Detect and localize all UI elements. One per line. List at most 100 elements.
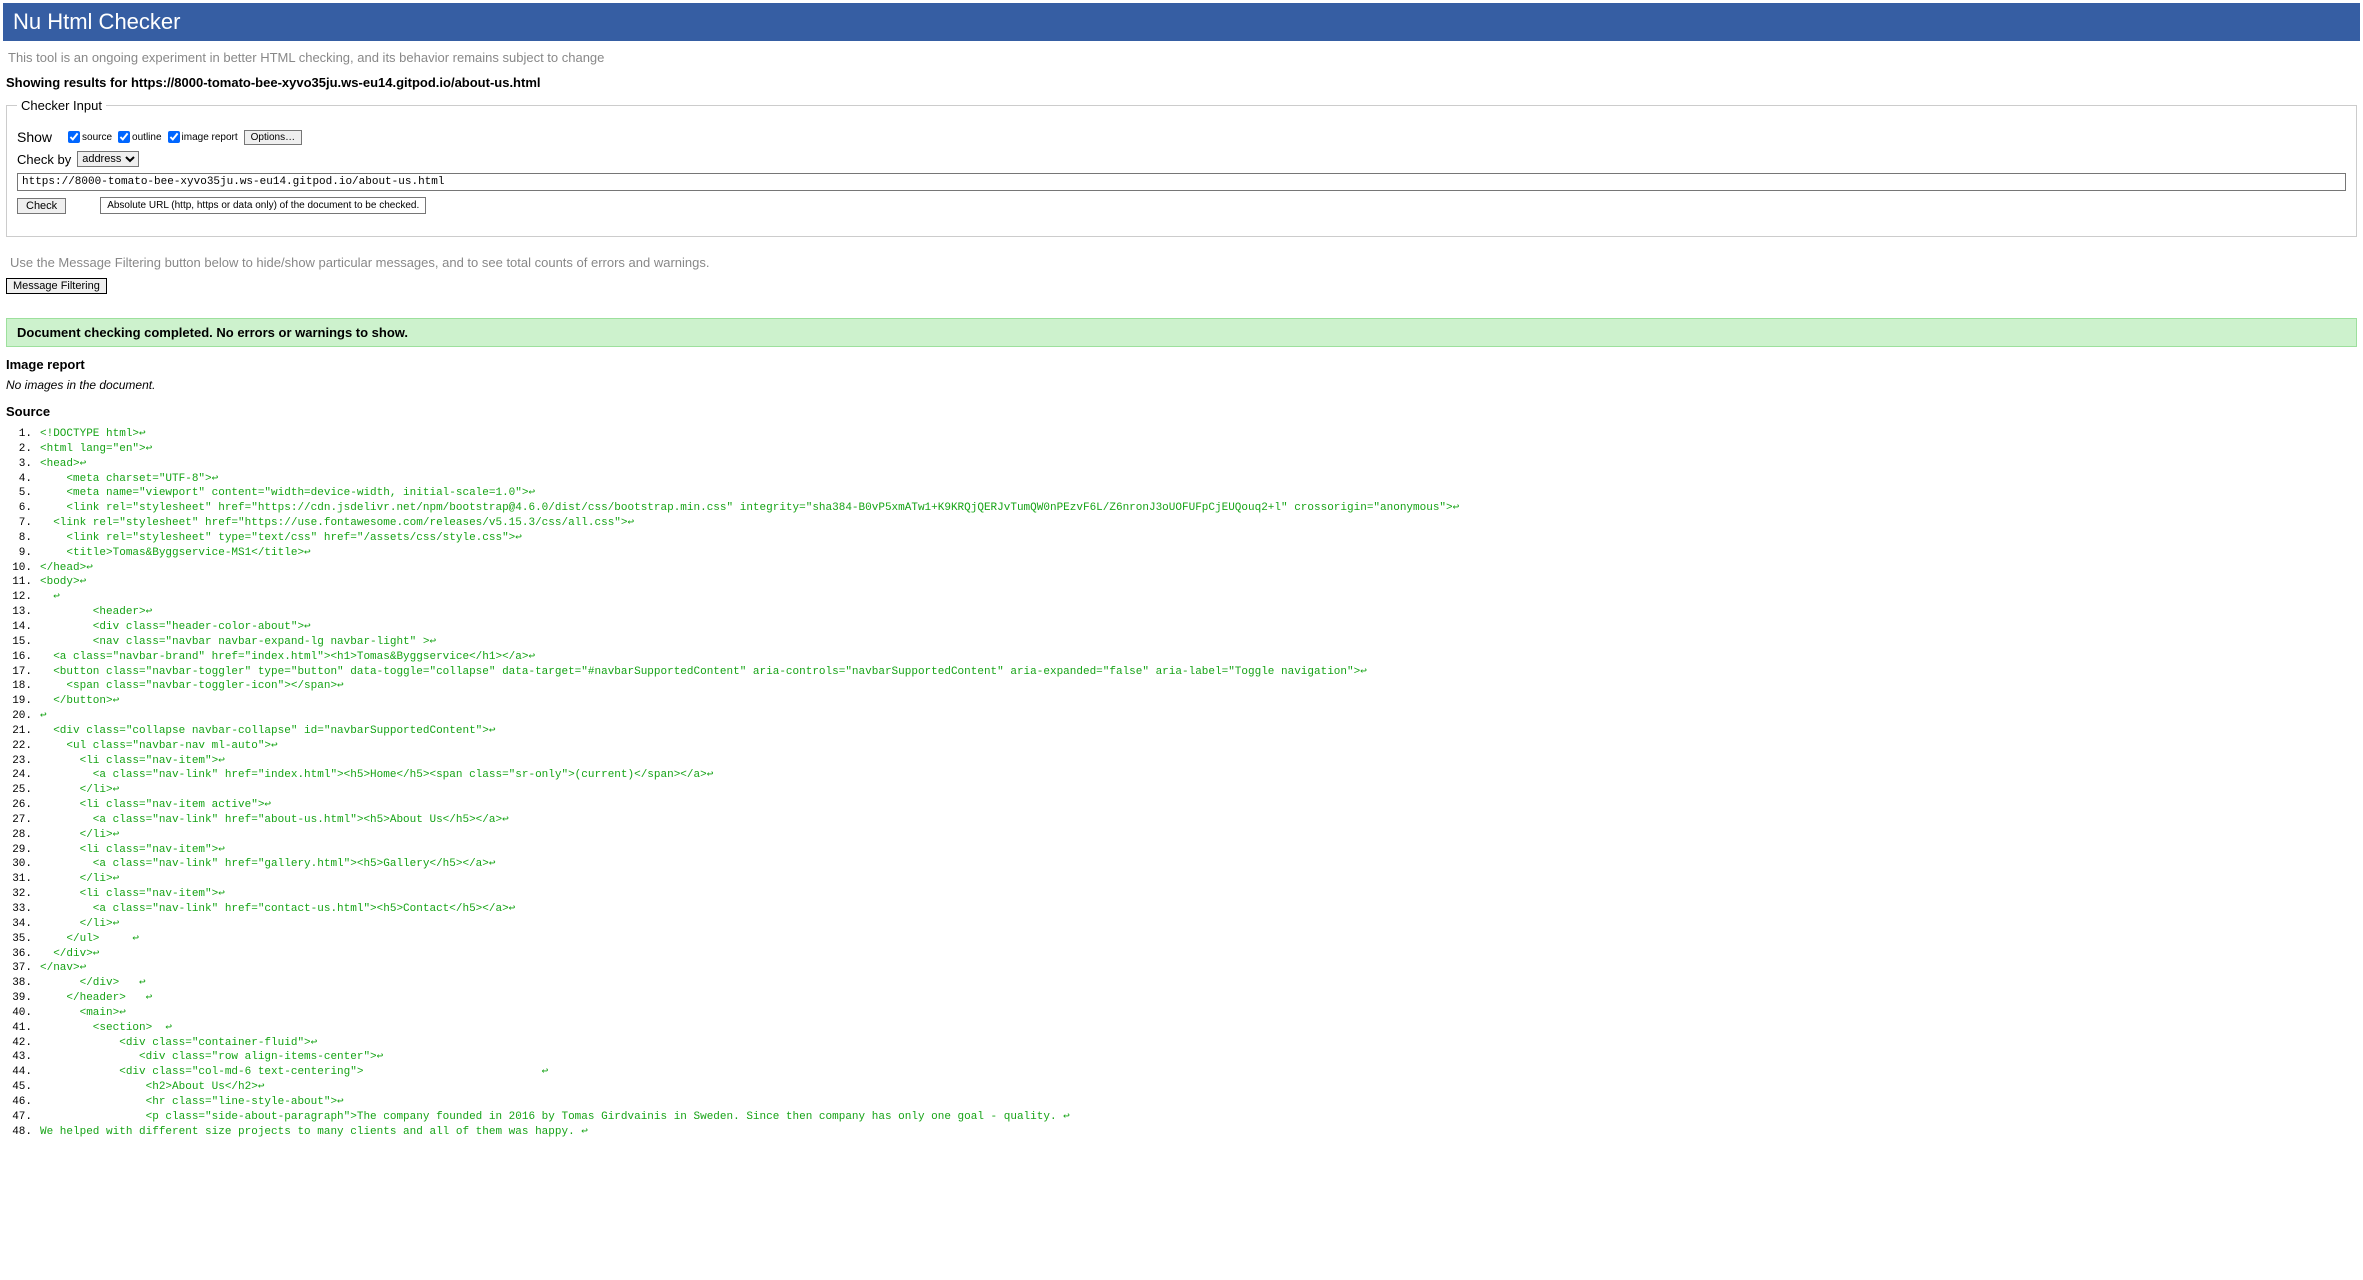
line-code: </li>↩ bbox=[40, 872, 119, 887]
line-number: 46. bbox=[6, 1095, 32, 1110]
source-line: 36. </div>↩ bbox=[6, 947, 2357, 962]
line-number: 31. bbox=[6, 872, 32, 887]
source-line: 19. </button>↩ bbox=[6, 694, 2357, 709]
source-line: 31. </li>↩ bbox=[6, 872, 2357, 887]
image-report-checkbox[interactable] bbox=[168, 131, 180, 143]
line-code: <link rel="stylesheet" href="https://use… bbox=[40, 516, 634, 531]
source-line: 43. <div class="row align-items-center">… bbox=[6, 1050, 2357, 1065]
source-line: 10.</head>↩ bbox=[6, 561, 2357, 576]
line-number: 32. bbox=[6, 887, 32, 902]
line-number: 2. bbox=[6, 442, 32, 457]
source-line: 41. <section> ↩ bbox=[6, 1021, 2357, 1036]
checkby-select[interactable]: address bbox=[77, 151, 139, 167]
outline-checkbox[interactable] bbox=[118, 131, 130, 143]
source-line: 46. <hr class="line-style-about">↩ bbox=[6, 1095, 2357, 1110]
options-button[interactable]: Options… bbox=[244, 130, 302, 145]
source-line: 25. </li>↩ bbox=[6, 783, 2357, 798]
line-number: 37. bbox=[6, 961, 32, 976]
line-number: 25. bbox=[6, 783, 32, 798]
line-code: </header> ↩ bbox=[40, 991, 152, 1006]
source-line: 24. <a class="nav-link" href="index.html… bbox=[6, 768, 2357, 783]
line-number: 1. bbox=[6, 427, 32, 442]
source-line: 12. ↩ bbox=[6, 590, 2357, 605]
line-number: 38. bbox=[6, 976, 32, 991]
url-input[interactable] bbox=[17, 173, 2346, 191]
source-line: 15. <nav class="navbar navbar-expand-lg … bbox=[6, 635, 2357, 650]
line-number: 13. bbox=[6, 605, 32, 620]
check-button[interactable]: Check bbox=[17, 198, 66, 214]
source-line: 33. <a class="nav-link" href="contact-us… bbox=[6, 902, 2357, 917]
source-line: 11. <body>↩ bbox=[6, 575, 2357, 590]
line-number: 21. bbox=[6, 724, 32, 739]
line-number: 6. bbox=[6, 501, 32, 516]
source-line: 30. <a class="nav-link" href="gallery.ht… bbox=[6, 857, 2357, 872]
line-code: <meta name="viewport" content="width=dev… bbox=[40, 486, 535, 501]
source-code-list: 1.<!DOCTYPE html>↩2.<html lang="en">↩3. <… bbox=[0, 423, 2363, 1160]
source-checkbox[interactable] bbox=[68, 131, 80, 143]
line-number: 44. bbox=[6, 1065, 32, 1080]
line-code: <div class="header-color-about">↩ bbox=[40, 620, 311, 635]
line-code: <div class="row align-items-center">↩ bbox=[40, 1050, 383, 1065]
line-number: 3. bbox=[6, 457, 32, 472]
checkby-row: Check by address bbox=[17, 151, 2346, 167]
checkby-label: Check by bbox=[17, 152, 71, 167]
line-code: <head>↩ bbox=[40, 457, 86, 472]
line-number: 35. bbox=[6, 932, 32, 947]
app-header: Nu Html Checker bbox=[3, 3, 2360, 41]
line-number: 16. bbox=[6, 650, 32, 665]
line-number: 7. bbox=[6, 516, 32, 531]
line-code: <a class="nav-link" href="contact-us.htm… bbox=[40, 902, 515, 917]
line-code: ↩ bbox=[40, 709, 47, 724]
line-number: 47. bbox=[6, 1110, 32, 1125]
source-line: 32. <li class="nav-item">↩ bbox=[6, 887, 2357, 902]
line-number: 45. bbox=[6, 1080, 32, 1095]
line-number: 39. bbox=[6, 991, 32, 1006]
line-number: 15. bbox=[6, 635, 32, 650]
line-code: <h2>About Us</h2>↩ bbox=[40, 1080, 264, 1095]
line-number: 24. bbox=[6, 768, 32, 783]
line-number: 26. bbox=[6, 798, 32, 813]
line-code: <span class="navbar-toggler-icon"></span… bbox=[40, 679, 344, 694]
line-code: We helped with different size projects t… bbox=[40, 1125, 588, 1140]
source-line: 9. <title>Tomas&Byggservice-MS1</title>↩ bbox=[6, 546, 2357, 561]
line-code: <nav class="navbar navbar-expand-lg navb… bbox=[40, 635, 436, 650]
line-code: <a class="navbar-brand" href="index.html… bbox=[40, 650, 535, 665]
outline-checkbox-label: outline bbox=[132, 132, 161, 143]
checker-legend: Checker Input bbox=[17, 98, 106, 113]
source-line: 17. <button class="navbar-toggler" type=… bbox=[6, 665, 2357, 680]
source-line: 27. <a class="nav-link" href="about-us.h… bbox=[6, 813, 2357, 828]
line-code: <li class="nav-item">↩ bbox=[40, 843, 225, 858]
line-code: <a class="nav-link" href="gallery.html">… bbox=[40, 857, 496, 872]
line-code: </head>↩ bbox=[40, 561, 93, 576]
source-line: 2.<html lang="en">↩ bbox=[6, 442, 2357, 457]
line-code: </div>↩ bbox=[40, 947, 99, 962]
source-line: 13. <header>↩ bbox=[6, 605, 2357, 620]
message-filtering-button[interactable]: Message Filtering bbox=[6, 278, 107, 294]
source-line: 26. <li class="nav-item active">↩ bbox=[6, 798, 2357, 813]
line-code: <meta charset="UTF-8">↩ bbox=[40, 472, 218, 487]
no-images-text: No images in the document. bbox=[0, 376, 2363, 394]
line-code: <title>Tomas&Byggservice-MS1</title>↩ bbox=[40, 546, 311, 561]
source-line: 40. <main>↩ bbox=[6, 1006, 2357, 1021]
line-code: ↩ bbox=[40, 590, 60, 605]
line-number: 11. bbox=[6, 575, 32, 590]
line-code: <section> ↩ bbox=[40, 1021, 172, 1036]
source-line: 3. <head>↩ bbox=[6, 457, 2357, 472]
line-number: 17. bbox=[6, 665, 32, 680]
line-number: 27. bbox=[6, 813, 32, 828]
line-code: <body>↩ bbox=[40, 575, 86, 590]
line-code: <div class="container-fluid">↩ bbox=[40, 1036, 317, 1051]
source-line: 21. <div class="collapse navbar-collapse… bbox=[6, 724, 2357, 739]
source-line: 7. <link rel="stylesheet" href="https://… bbox=[6, 516, 2357, 531]
line-number: 8. bbox=[6, 531, 32, 546]
line-number: 28. bbox=[6, 828, 32, 843]
line-number: 23. bbox=[6, 754, 32, 769]
intro-text: This tool is an ongoing experiment in be… bbox=[0, 44, 2363, 71]
line-code: </nav>↩ bbox=[40, 961, 86, 976]
source-line: 1.<!DOCTYPE html>↩ bbox=[6, 427, 2357, 442]
source-line: 6. <link rel="stylesheet" href="https://… bbox=[6, 501, 2357, 516]
line-number: 34. bbox=[6, 917, 32, 932]
source-line: 35. </ul> ↩ bbox=[6, 932, 2357, 947]
source-line: 5. <meta name="viewport" content="width=… bbox=[6, 486, 2357, 501]
success-message: Document checking completed. No errors o… bbox=[6, 318, 2357, 347]
